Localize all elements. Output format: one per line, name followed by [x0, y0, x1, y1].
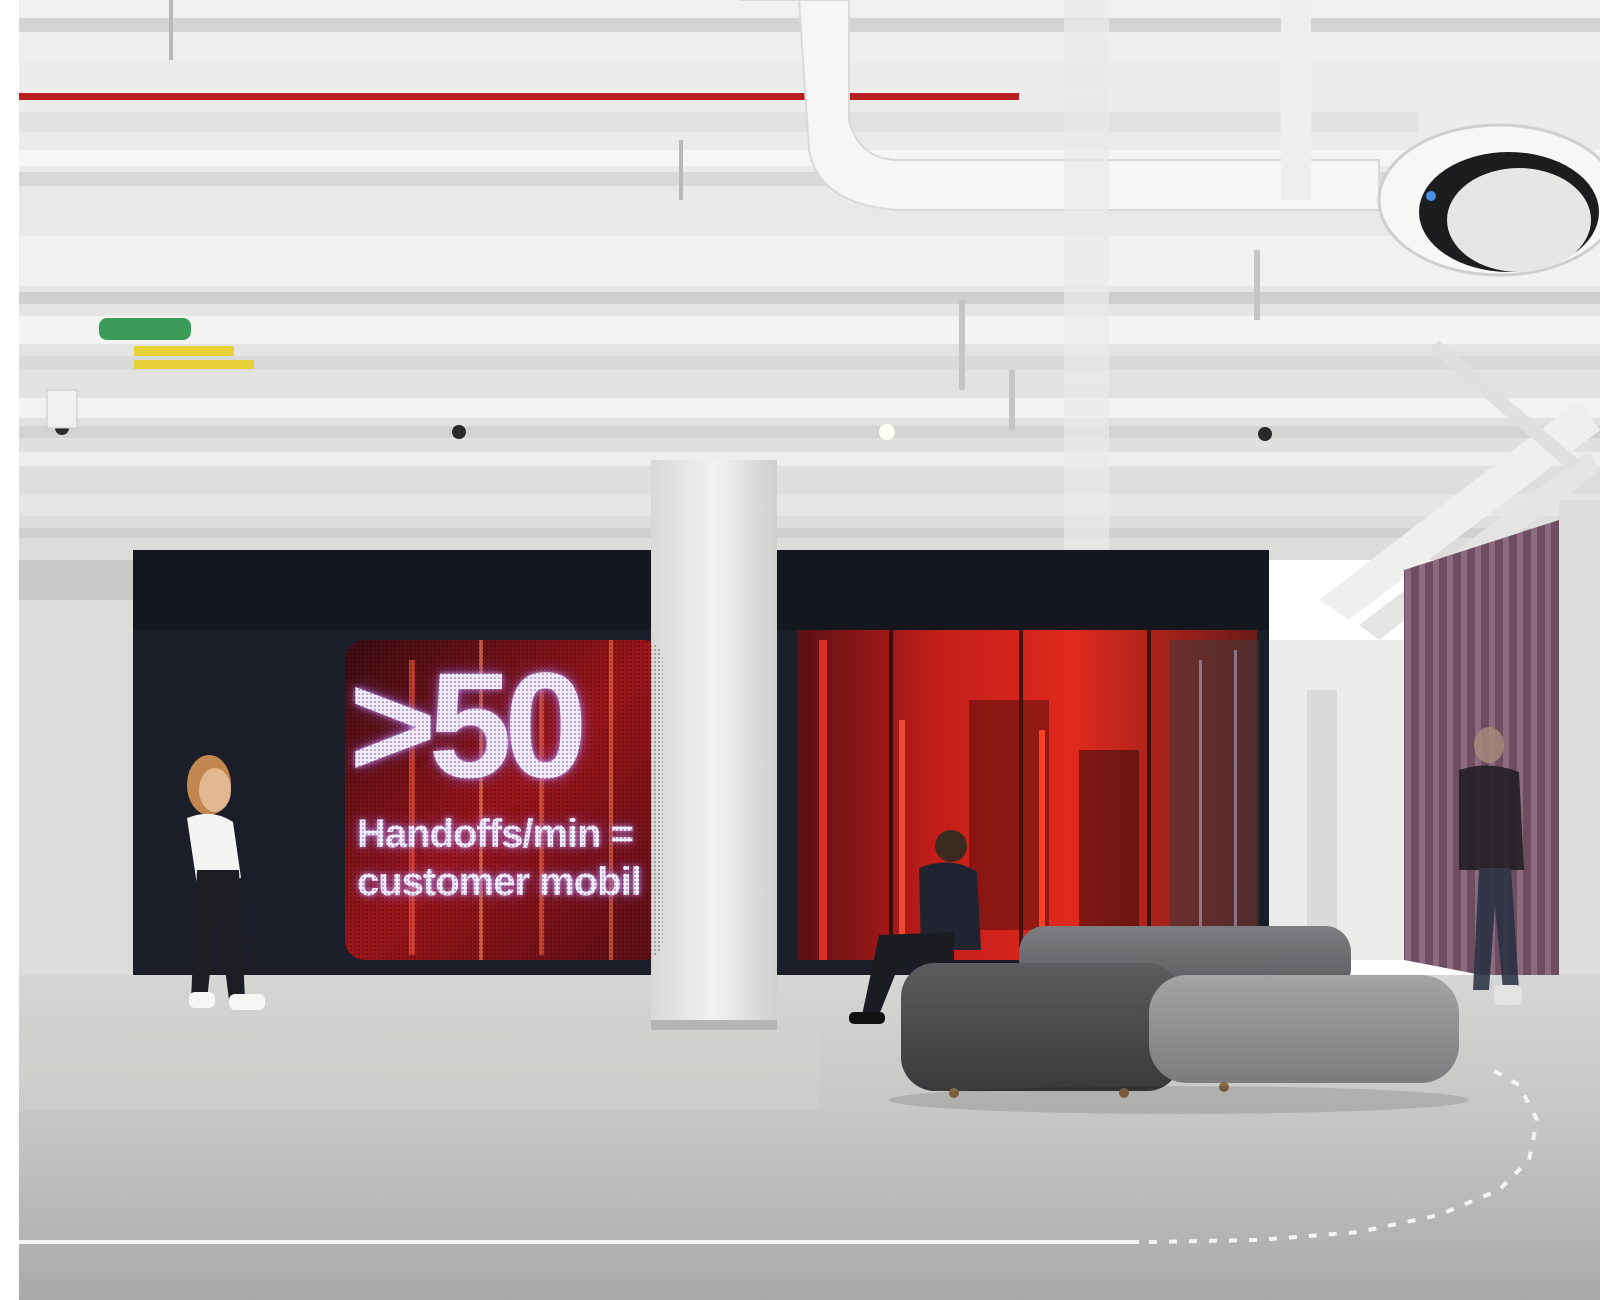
floor-line — [19, 1240, 1139, 1244]
left-wall — [19, 560, 134, 980]
column — [651, 460, 777, 1030]
led-display: >50 Handoffs/min = customer mobil — [345, 640, 663, 960]
led-text-line-2: customer mobil — [357, 860, 642, 904]
office-photo: >50 Handoffs/min = customer mobil — [19, 0, 1600, 1300]
led-big-number: >50 — [349, 641, 587, 809]
ceiling-ac-unit — [1377, 123, 1600, 277]
led-text-line-1: Handoffs/min = — [357, 812, 634, 856]
scene-illustration — [19, 0, 1600, 1300]
right-corridor — [1269, 640, 1409, 960]
